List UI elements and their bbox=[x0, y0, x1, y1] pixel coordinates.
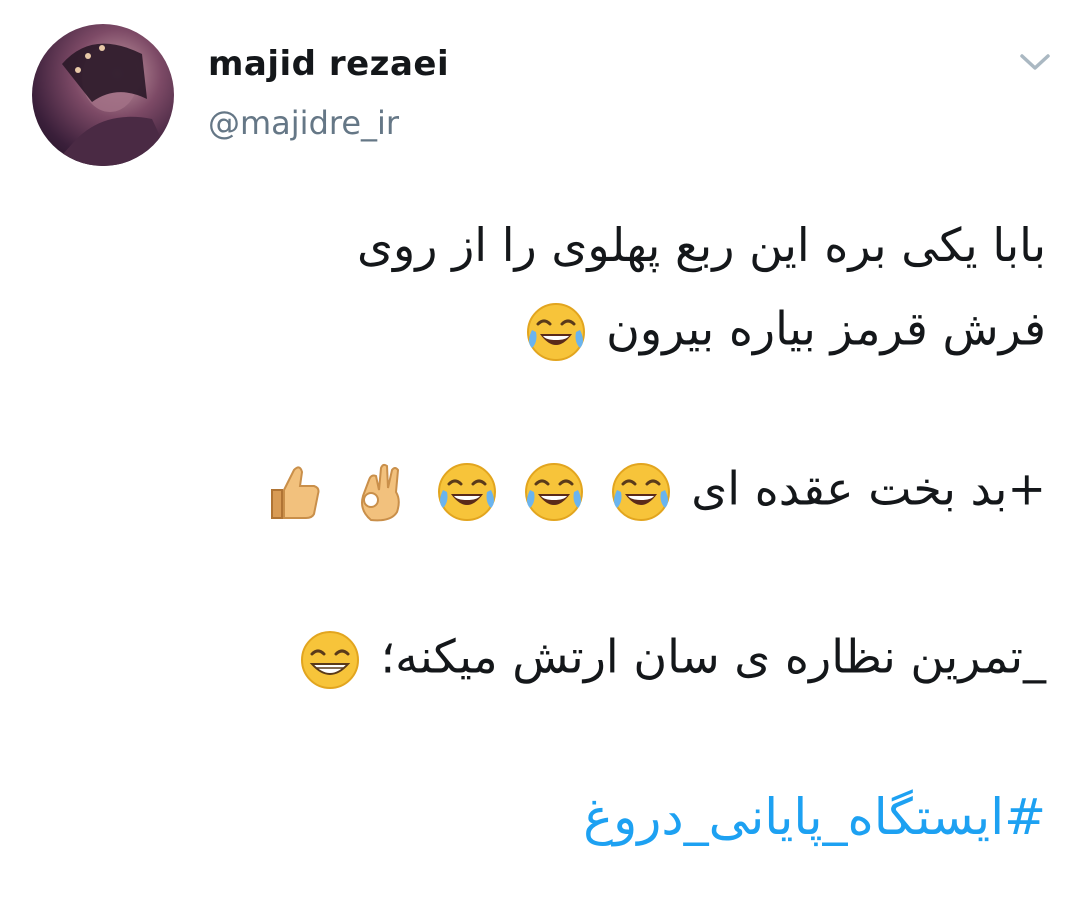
user-handle[interactable]: @majidre_ir bbox=[208, 104, 399, 142]
tweet-text-line-4: _تمرین نظاره ی سان ارتش میکنه؛ bbox=[100, 628, 1046, 692]
hashtag-text[interactable]: #ایستگاه_پایانی_دروغ bbox=[583, 788, 1046, 846]
thumbs-up-emoji-icon bbox=[271, 466, 320, 519]
avatar[interactable] bbox=[32, 24, 174, 166]
tweet-line-4-text: _تمرین نظاره ی سان ارتش میکنه؛ bbox=[380, 629, 1046, 684]
hashtag-link[interactable]: #ایستگاه_پایانی_دروغ bbox=[100, 788, 1046, 846]
grin-emoji-icon bbox=[300, 631, 359, 689]
display-name[interactable]: majid rezaei bbox=[208, 44, 449, 84]
tweet-line-2-text: فرش قرمز بیاره بیرون bbox=[606, 301, 1046, 356]
joy-emoji-icon bbox=[611, 463, 670, 521]
joy-emoji-icon bbox=[524, 463, 583, 521]
tweet-text-line-2: فرش قرمز بیاره بیرون bbox=[100, 300, 1046, 364]
joy-emoji-icon bbox=[526, 303, 585, 361]
tweet-line-3-text: +بد بخت عقده ای bbox=[691, 461, 1046, 516]
chevron-down-icon[interactable] bbox=[1018, 50, 1052, 74]
ok-hand-emoji-icon bbox=[360, 463, 400, 522]
tweet-text-line-1: بابا یکی بره این ربع پهلوی را از روی bbox=[100, 218, 1046, 272]
joy-emoji-icon bbox=[438, 463, 497, 521]
tweet-line-1-text: بابا یکی بره این ربع پهلوی را از روی bbox=[357, 218, 1046, 272]
tweet-text-line-3: +بد بخت عقده ای bbox=[100, 460, 1046, 524]
